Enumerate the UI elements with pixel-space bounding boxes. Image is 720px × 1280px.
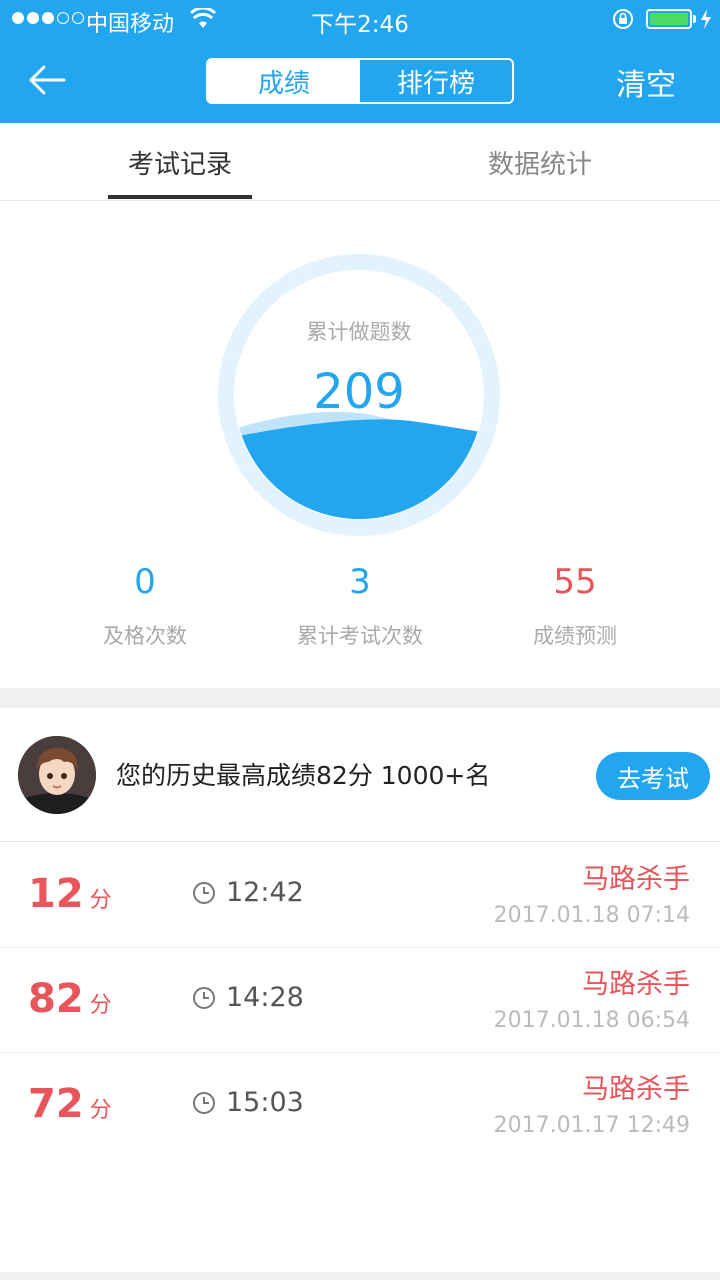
record-user: 马路杀手 [582,969,690,1000]
avatar [18,736,96,814]
best-score-row: 您的历史最高成绩82分 1000+名 去考试 [0,708,720,842]
clock-icon [193,1091,215,1114]
clear-button[interactable]: 清空 [616,60,676,104]
record-score: 12 分 [28,871,112,917]
stat-pass-count: 0 及格次数 [25,560,265,650]
tab-bar: 考试记录 数据统计 [0,123,720,201]
tab-active-indicator [108,195,252,199]
stat-label: 及格次数 [103,624,187,648]
top-bar: 中国移动 下午2:46 成绩 排行榜 清空 [0,0,720,123]
record-user: 马路杀手 [582,864,690,895]
stat-value: 0 [134,562,156,602]
status-bar: 中国移动 下午2:46 [0,0,720,40]
score-unit: 分 [89,1098,112,1123]
clock-icon [193,986,215,1009]
record-score: 72 分 [28,1081,112,1127]
rotation-lock-icon [613,9,633,29]
list-item[interactable]: 72 分 15:03 马路杀手 2017.01.17 12:49 [0,1053,720,1158]
segment-ranking[interactable]: 排行榜 [360,60,512,102]
clock-icon [193,881,215,904]
bottom-divider [0,1272,720,1280]
record-duration: 14:28 [192,982,304,1013]
charging-bolt-icon [701,9,711,29]
record-date: 2017.01.17 12:49 [493,1113,690,1138]
section-divider [0,688,720,708]
record-date: 2017.01.18 07:14 [493,903,690,928]
record-user: 马路杀手 [582,1074,690,1105]
tab-exam-records[interactable]: 考试记录 [108,123,252,201]
battery-icon [646,9,692,29]
stat-label: 累计考试次数 [297,624,423,648]
gauge-label: 累计做题数 [306,320,412,344]
record-score: 82 分 [28,976,112,1022]
back-arrow-icon[interactable] [26,58,70,102]
go-exam-button[interactable]: 去考试 [596,752,710,800]
battery-tip [693,15,696,23]
best-score-text: 您的历史最高成绩82分 1000+名 [116,761,491,790]
stat-score-prediction: 55 成绩预测 [455,560,695,650]
exam-record-list: 12 分 12:42 马路杀手 2017.01.18 07:14 82 分 14:2… [0,843,720,1158]
segment-score[interactable]: 成绩 [208,60,360,102]
score-value: 82 [28,976,84,1022]
segment-control: 成绩 排行榜 [206,58,514,104]
tab-data-stats[interactable]: 数据统计 [450,123,630,201]
score-unit: 分 [89,888,112,913]
stat-exam-count: 3 累计考试次数 [240,560,480,650]
record-duration: 12:42 [192,877,304,908]
stat-value: 55 [553,562,597,602]
duration-text: 15:03 [226,1087,304,1118]
score-value: 72 [28,1081,84,1127]
duration-text: 14:28 [226,982,304,1013]
list-item[interactable]: 82 分 14:28 马路杀手 2017.01.18 06:54 [0,948,720,1053]
score-value: 12 [28,871,84,917]
gauge-value: 209 [313,364,405,420]
score-unit: 分 [89,993,112,1018]
list-item[interactable]: 12 分 12:42 马路杀手 2017.01.18 07:14 [0,843,720,948]
stat-label: 成绩预测 [533,624,617,648]
stat-value: 3 [349,562,371,602]
duration-text: 12:42 [226,877,304,908]
record-duration: 15:03 [192,1087,304,1118]
record-date: 2017.01.18 06:54 [493,1008,690,1033]
